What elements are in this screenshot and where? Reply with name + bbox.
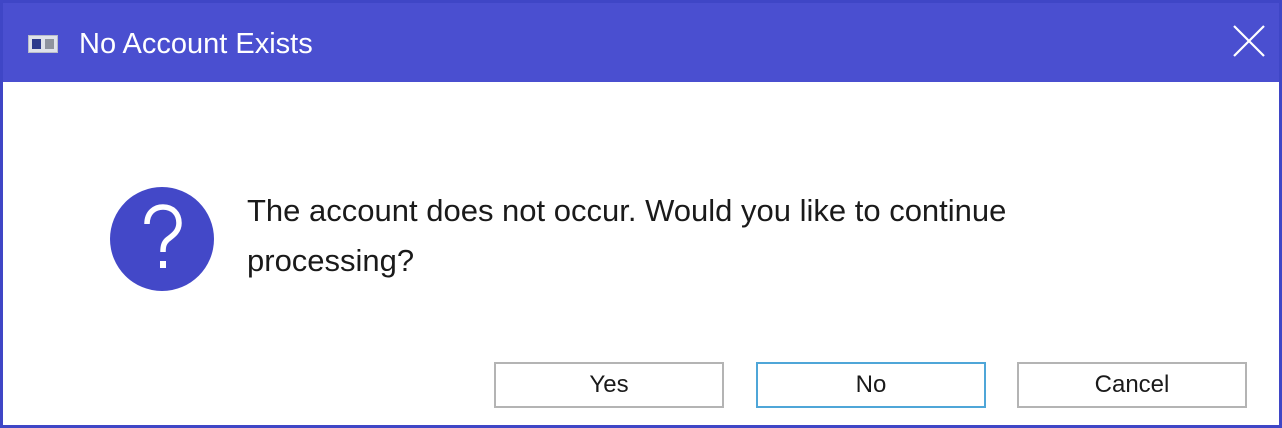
window-title: No Account Exists bbox=[79, 28, 313, 60]
no-button[interactable]: No bbox=[756, 362, 986, 408]
title-bar[interactable]: No Account Exists bbox=[3, 3, 1279, 82]
cancel-button[interactable]: Cancel bbox=[1017, 362, 1247, 408]
yes-button[interactable]: Yes bbox=[494, 362, 724, 408]
dialog-content: The account does not occur. Would you li… bbox=[3, 82, 1279, 425]
message-text: The account does not occur. Would you li… bbox=[247, 193, 1007, 278]
dialog-window: No Account Exists The account does not o… bbox=[0, 0, 1282, 428]
close-button[interactable] bbox=[1222, 15, 1276, 67]
app-window-icon bbox=[28, 35, 58, 53]
close-icon bbox=[1233, 25, 1265, 57]
question-icon bbox=[109, 186, 215, 292]
